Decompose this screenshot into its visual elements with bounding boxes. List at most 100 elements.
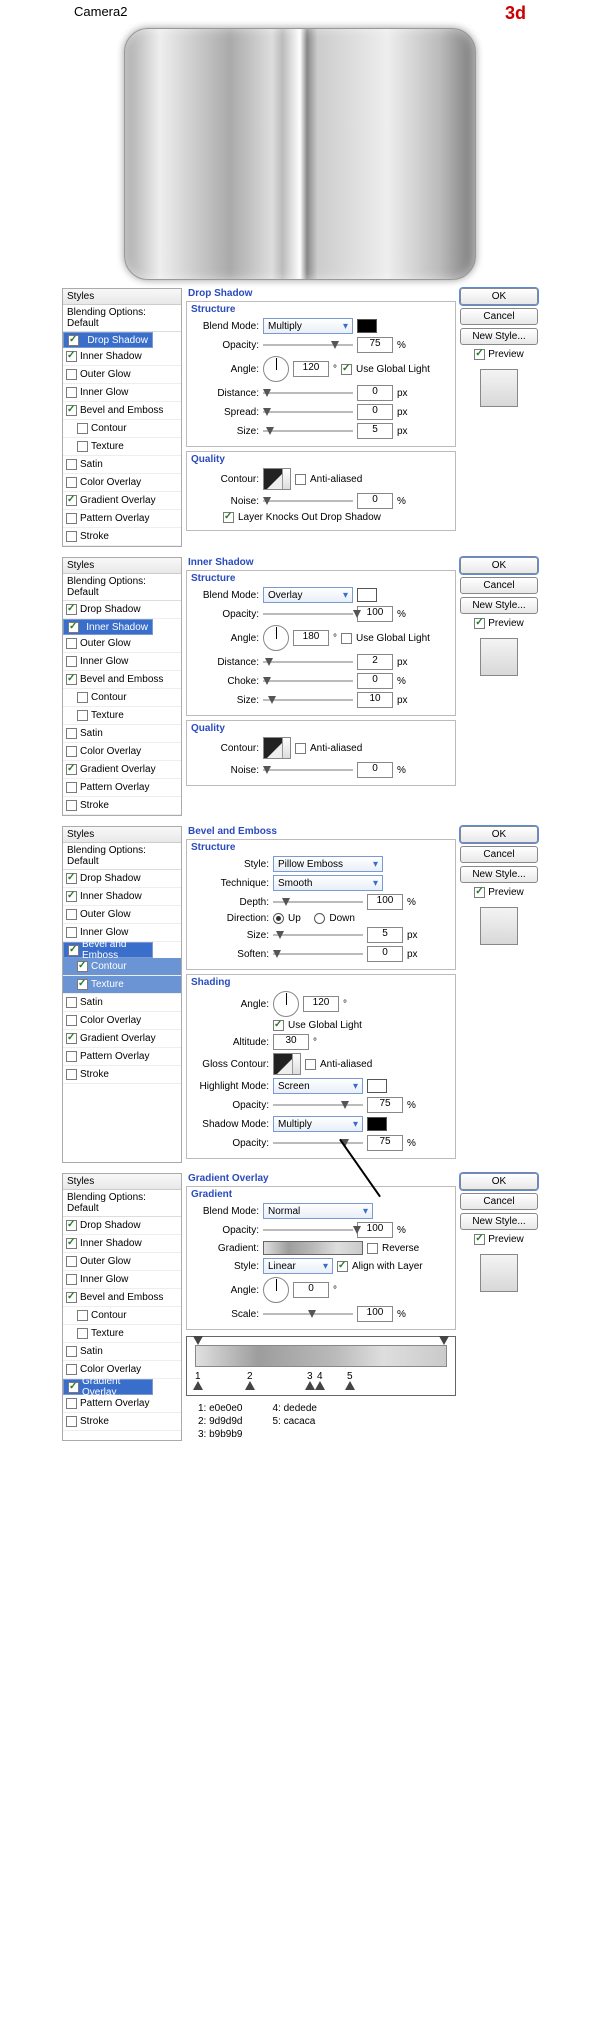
checkbox[interactable] [77,1328,88,1339]
style-item-color-overlay[interactable]: Color Overlay [63,1012,181,1030]
dropdown[interactable]: Linear▾ [263,1258,333,1274]
slider[interactable] [263,407,353,417]
checkbox[interactable] [68,622,79,633]
style-item-inner-shadow[interactable]: Inner Shadow [63,1235,181,1253]
style-item-outer-glow[interactable]: Outer Glow [63,635,181,653]
number-input[interactable]: 75 [357,337,393,353]
style-item-texture[interactable]: Texture [63,707,181,725]
style-item-drop-shadow[interactable]: Drop Shadow [63,601,181,619]
angle-dial[interactable] [263,625,289,651]
checkbox[interactable] [367,1243,378,1254]
blending-options[interactable]: Blending Options: Default [63,843,181,870]
checkbox[interactable] [341,633,352,644]
preview-checkbox[interactable] [474,618,485,629]
checkbox[interactable] [68,335,79,346]
color-swatch[interactable] [357,319,377,333]
cancel-button[interactable]: Cancel [460,846,538,863]
checkbox[interactable] [66,387,77,398]
contour-picker[interactable] [263,737,291,759]
checkbox[interactable] [66,1220,77,1231]
cancel-button[interactable]: Cancel [460,308,538,325]
checkbox[interactable] [66,513,77,524]
checkbox[interactable] [295,474,306,485]
checkbox[interactable] [66,1069,77,1080]
number-input[interactable]: 0 [357,404,393,420]
dropdown[interactable]: Smooth▾ [273,875,383,891]
dropdown[interactable]: Pillow Emboss▾ [273,856,383,872]
style-item-contour[interactable]: Contour [63,958,181,976]
checkbox[interactable] [77,961,88,972]
style-item-inner-shadow[interactable]: Inner Shadow [63,348,181,366]
number-input[interactable]: 2 [357,654,393,670]
style-item-pattern-overlay[interactable]: Pattern Overlay [63,1395,181,1413]
style-item-pattern-overlay[interactable]: Pattern Overlay [63,779,181,797]
style-item-inner-glow[interactable]: Inner Glow [63,653,181,671]
number-input[interactable]: 120 [293,361,329,377]
dropdown[interactable]: Multiply▾ [263,318,353,334]
checkbox[interactable] [66,495,77,506]
slider[interactable] [273,930,363,940]
checkbox[interactable] [66,927,77,938]
style-item-drop-shadow[interactable]: Drop Shadow [63,870,181,888]
checkbox[interactable] [66,1274,77,1285]
slider[interactable] [263,340,353,350]
style-item-satin[interactable]: Satin [63,994,181,1012]
number-input[interactable]: 5 [357,423,393,439]
number-input[interactable]: 10 [357,692,393,708]
checkbox[interactable] [66,459,77,470]
blending-options[interactable]: Blending Options: Default [63,1190,181,1217]
checkbox[interactable] [66,997,77,1008]
number-input[interactable]: 75 [367,1135,403,1151]
color-swatch[interactable] [357,588,377,602]
new-style-button[interactable]: New Style... [460,1213,538,1230]
style-item-outer-glow[interactable]: Outer Glow [63,1253,181,1271]
number-input[interactable]: 100 [357,606,393,622]
preview-checkbox[interactable] [474,1234,485,1245]
preview-checkbox[interactable] [474,887,485,898]
checkbox[interactable] [77,423,88,434]
slider[interactable] [263,765,353,775]
checkbox[interactable] [66,656,77,667]
checkbox[interactable] [77,692,88,703]
slider[interactable] [263,695,353,705]
dropdown[interactable]: Overlay▾ [263,587,353,603]
slider[interactable] [273,1138,363,1148]
checkbox[interactable] [68,1382,79,1393]
checkbox[interactable] [77,1310,88,1321]
new-style-button[interactable]: New Style... [460,328,538,345]
checkbox[interactable] [66,782,77,793]
dropdown[interactable]: Normal▾ [263,1203,373,1219]
style-item-satin[interactable]: Satin [63,1343,181,1361]
slider[interactable] [263,676,353,686]
slider[interactable] [273,949,363,959]
blending-options[interactable]: Blending Options: Default [63,574,181,601]
slider[interactable] [273,1100,363,1110]
color-swatch[interactable] [367,1117,387,1131]
checkbox[interactable] [223,512,234,523]
checkbox[interactable] [305,1059,316,1070]
style-item-texture[interactable]: Texture [63,438,181,456]
checkbox[interactable] [68,945,79,956]
checkbox[interactable] [66,728,77,739]
style-item-pattern-overlay[interactable]: Pattern Overlay [63,1048,181,1066]
style-item-contour[interactable]: Contour [63,689,181,707]
number-input[interactable]: 0 [293,1282,329,1298]
style-item-bevel-and-emboss[interactable]: Bevel and Emboss [63,402,181,420]
new-style-button[interactable]: New Style... [460,866,538,883]
style-item-satin[interactable]: Satin [63,456,181,474]
number-input[interactable]: 0 [357,762,393,778]
slider[interactable] [263,426,353,436]
style-item-inner-shadow[interactable]: Inner Shadow [63,888,181,906]
checkbox[interactable] [66,1398,77,1409]
style-item-stroke[interactable]: Stroke [63,1413,181,1431]
checkbox[interactable] [295,743,306,754]
checkbox[interactable] [66,909,77,920]
style-item-texture[interactable]: Texture [63,1325,181,1343]
checkbox[interactable] [77,710,88,721]
slider[interactable] [273,897,363,907]
number-input[interactable]: 30 [273,1034,309,1050]
number-input[interactable]: 180 [293,630,329,646]
style-item-inner-glow[interactable]: Inner Glow [63,1271,181,1289]
checkbox[interactable] [66,1015,77,1026]
contour-picker[interactable] [273,1053,301,1075]
